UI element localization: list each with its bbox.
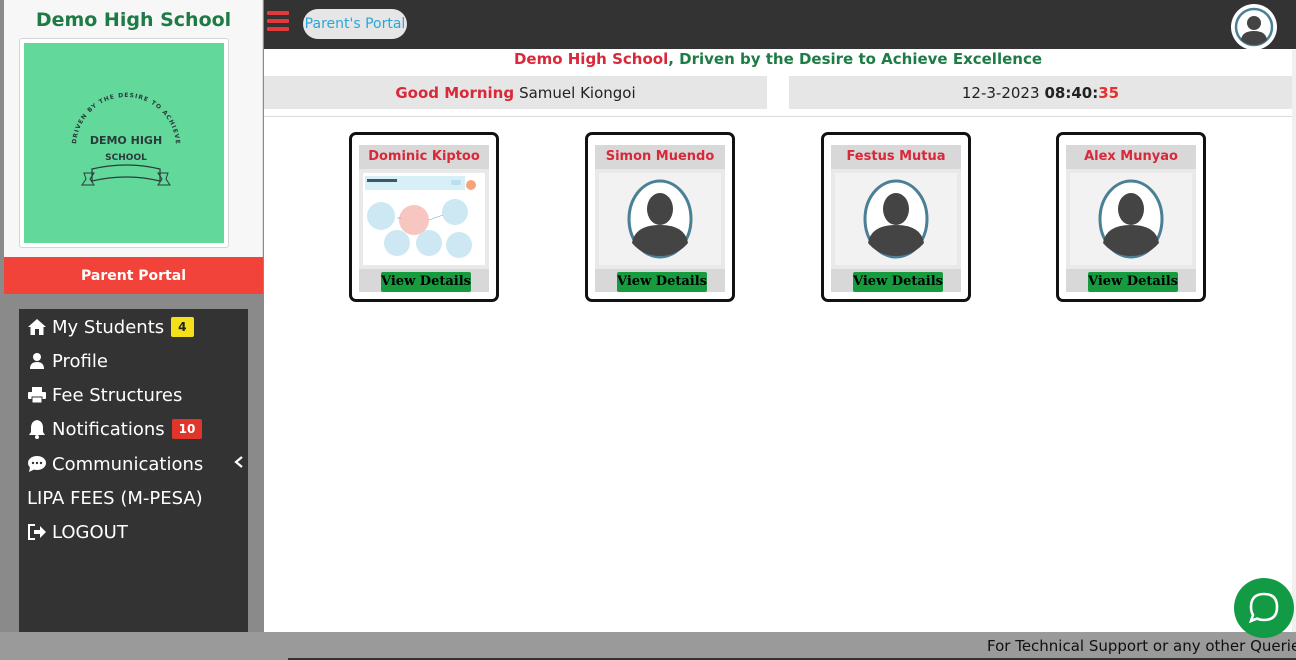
student-card-footer: View Details [831, 269, 961, 292]
clock-seconds: 35 [1098, 83, 1120, 102]
school-logo-frame: DRIVEN BY THE DESIRE TO ACHIEVE EXCELLEN… [19, 38, 229, 248]
notifications-count-badge: 10 [171, 419, 203, 439]
view-details-button[interactable]: View Details [853, 272, 943, 292]
view-details-button[interactable]: View Details [1088, 272, 1178, 292]
sidebar: Demo High School DRIVEN BY THE DESIRE TO… [0, 0, 264, 632]
logo-line1: DEMO HIGH [90, 134, 162, 147]
student-name: Alex Munyao [1066, 145, 1196, 169]
sidebar-item-fee-structures[interactable]: Fee Structures [27, 380, 182, 410]
footer-support-text: For Technical Support or any other Queri… [987, 637, 1296, 655]
sidebar-item-label: LIPA FEES (M-PESA) [27, 487, 203, 509]
sidebar-item-my-students[interactable]: My Students 4 [27, 312, 194, 342]
scrollbar-track[interactable] [1292, 50, 1296, 632]
sidebar-item-label: Communications [52, 453, 204, 475]
school-logo-graphic: DRIVEN BY THE DESIRE TO ACHIEVE EXCELLEN… [24, 43, 181, 186]
print-icon [27, 385, 47, 405]
person-placeholder-icon [1098, 179, 1164, 259]
sidebar-item-logout[interactable]: LOGOUT [27, 517, 128, 547]
parents-portal-link[interactable]: Parent's Portal [303, 9, 407, 39]
logo-line2: SCHOOL [105, 153, 147, 163]
bell-icon [27, 419, 47, 439]
view-details-button[interactable]: View Details [381, 272, 471, 292]
person-placeholder-icon [627, 179, 693, 259]
divider [264, 116, 1292, 117]
student-card-footer: View Details [1066, 269, 1196, 292]
student-name: Festus Mutua [831, 145, 961, 169]
student-photo-frame [831, 169, 961, 269]
clock-time: 08:40: [1044, 83, 1099, 102]
student-card: Dominic Kiptoo View Details [349, 132, 499, 302]
clock-date: 12-3-2023 [961, 83, 1040, 102]
parent-portal-banner: Parent Portal [4, 257, 263, 294]
sign-out-icon [27, 522, 47, 542]
chat-bubble-icon [27, 454, 47, 474]
sidebar-item-label: Notifications [52, 418, 165, 440]
hamburger-menu-icon[interactable] [267, 11, 289, 31]
brand-box: Demo High School DRIVEN BY THE DESIRE TO… [4, 0, 263, 257]
student-photo-diagram [363, 173, 485, 265]
motto-school-name: Demo High School [513, 50, 669, 68]
student-name: Dominic Kiptoo [359, 145, 489, 169]
user-avatar[interactable] [1231, 4, 1277, 50]
sidebar-item-communications[interactable]: Communications [27, 449, 203, 479]
student-card: Festus Mutua View Details [821, 132, 971, 302]
student-photo-placeholder [835, 173, 957, 265]
footer-ticker: For Technical Support or any other Queri… [0, 632, 1296, 660]
logo-arc-text: DRIVEN BY THE DESIRE TO ACHIEVE EXCELLEN… [24, 43, 180, 148]
greeting-name: Samuel Kiongoi [519, 83, 636, 102]
sidebar-item-label: My Students [52, 316, 165, 338]
home-icon [27, 317, 47, 337]
sidebar-item-label: Profile [52, 350, 108, 372]
view-details-button[interactable]: View Details [617, 272, 707, 292]
student-card: Simon Muendo View Details [585, 132, 735, 302]
sidebar-item-label: LOGOUT [52, 521, 128, 543]
sidebar-menu: My Students 4 Profile Fee Structures Not… [19, 309, 248, 632]
student-photo-frame [359, 169, 489, 269]
greeting-salutation: Good Morning [395, 83, 515, 102]
sidebar-item-lipa-fees[interactable]: LIPA FEES (M-PESA) [27, 483, 203, 513]
motto-text: , Driven by the Desire to Achieve Excell… [668, 50, 1043, 68]
sidebar-item-notifications[interactable]: Notifications 10 [27, 414, 203, 444]
school-name: Demo High School [35, 9, 232, 31]
clock-bar: 12-3-2023 08:40: 35 [789, 76, 1292, 109]
greeting-bar: Good Morning Samuel Kiongoi [264, 76, 767, 109]
student-card-footer: View Details [359, 269, 489, 292]
literacy-diagram-image [365, 176, 476, 258]
sidebar-item-label: Fee Structures [52, 384, 183, 406]
live-chat-button[interactable] [1234, 578, 1294, 638]
students-count-badge: 4 [171, 317, 194, 337]
student-photo-frame [595, 169, 725, 269]
student-photo-placeholder [1070, 173, 1192, 265]
student-photo-frame [1066, 169, 1196, 269]
chat-icon [1248, 592, 1279, 624]
sidebar-item-profile[interactable]: Profile [27, 346, 108, 376]
student-photo-placeholder [599, 173, 721, 265]
top-navbar: Parent's Portal [264, 0, 1296, 50]
student-card-footer: View Details [595, 269, 725, 292]
student-name: Simon Muendo [595, 145, 725, 169]
user-icon [27, 351, 47, 371]
school-motto: Demo High School, Driven by the Desire t… [264, 50, 1292, 68]
svg-text:DRIVEN BY THE DESIRE TO ACHIEV: DRIVEN BY THE DESIRE TO ACHIEVE EXCELLEN… [24, 43, 181, 148]
avatar-icon [1234, 7, 1274, 47]
person-placeholder-icon [863, 179, 929, 259]
chevron-left-icon[interactable] [232, 455, 246, 469]
student-card: Alex Munyao View Details [1056, 132, 1206, 302]
school-logo: DRIVEN BY THE DESIRE TO ACHIEVE EXCELLEN… [24, 43, 224, 243]
